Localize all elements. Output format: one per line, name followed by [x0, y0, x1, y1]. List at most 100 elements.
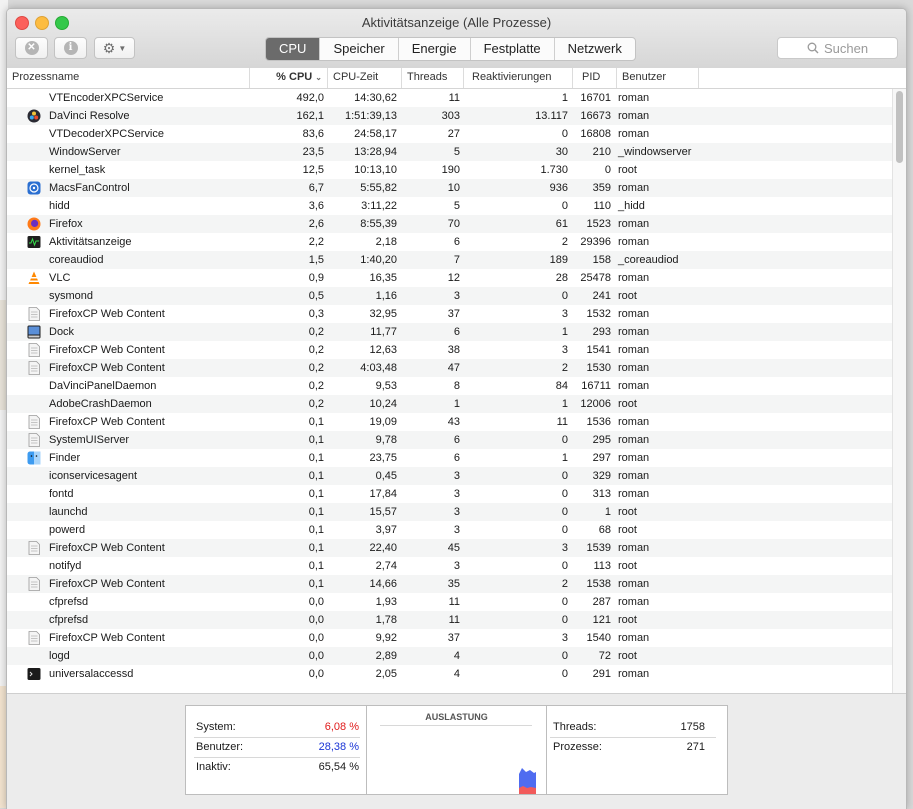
process-name-cell: MacsFanControl [49, 182, 130, 194]
table-row[interactable]: FirefoxCP Web Content 0,2 12,63 38 3 1541 roma… [7, 341, 892, 359]
table-row[interactable]: DaVinciPanelDaemon 0,2 9,53 8 84 16711 roman [7, 377, 892, 395]
table-row[interactable]: Firefox 2,6 8:55,39 70 61 1523 roman [7, 215, 892, 233]
table-row[interactable]: FirefoxCP Web Content 0,1 14,66 35 2 1538 roma… [7, 575, 892, 593]
column-header-threads[interactable]: Threads [402, 68, 464, 88]
cpu-percent-cell: 0,2 [308, 362, 324, 374]
cpu-percent-cell: 492,0 [296, 92, 324, 104]
process-name-cell: DaVinciPanelDaemon [49, 380, 157, 392]
user-cell: roman [618, 434, 650, 446]
table-row[interactable]: cfprefsd 0,0 1,78 11 0 121 root [7, 611, 892, 629]
tab-netzwerk[interactable]: Netzwerk [553, 38, 635, 60]
pid-cell: 1 [604, 506, 611, 518]
threads-cell: 47 [447, 362, 460, 374]
cpu-time-cell: 13:28,94 [354, 146, 397, 158]
pid-cell: 210 [592, 146, 611, 158]
table-row[interactable]: iconservicesagent 0,1 0,45 3 0 329 roman [7, 467, 892, 485]
process-name-cell: coreaudiod [49, 254, 104, 266]
table-row[interactable]: powerd 0,1 3,97 3 0 68 root [7, 521, 892, 539]
table-row[interactable]: kernel_task 12,5 10:13,10 190 1.730 0 root [7, 161, 892, 179]
user-cell: roman [618, 92, 650, 104]
process-name-cell: WindowServer [49, 146, 121, 158]
column-header-pid[interactable]: PID [573, 68, 617, 88]
process-name-cell: FirefoxCP Web Content [49, 416, 165, 428]
table-row[interactable]: Dock 0,2 11,77 6 1 293 roman [7, 323, 892, 341]
search-field[interactable]: Suchen [777, 37, 898, 59]
gear-icon: ⚙ [102, 39, 116, 56]
table-row[interactable]: launchd 0,1 15,57 3 0 1 root [7, 503, 892, 521]
app-icon-terminal [27, 668, 41, 680]
tab-energie[interactable]: Energie [397, 38, 470, 60]
user-cell: roman [618, 344, 650, 356]
table-row[interactable]: Finder 0,1 23,75 6 1 297 roman [7, 449, 892, 467]
pid-cell: 68 [598, 524, 611, 536]
table-row[interactable]: FirefoxCP Web Content 0,0 9,92 37 3 1540 roman [7, 629, 892, 647]
table-row[interactable]: Aktivitätsanzeige 2,2 2,18 6 2 29396 roman [7, 233, 892, 251]
threads-cell: 6 [453, 434, 460, 446]
quit-process-button[interactable]: ✕ [15, 37, 48, 59]
activity-monitor-window: Aktivitätsanzeige (Alle Prozesse) ✕ i ⚙ … [6, 8, 907, 809]
table-row[interactable]: VLC 0,9 16,35 12 28 25478 roman [7, 269, 892, 287]
table-row[interactable]: DaVinci Resolve 162,1 1:51:39,13 303 13.117 1… [7, 107, 892, 125]
wakeups-cell: 0 [561, 506, 568, 518]
tab-festplatte[interactable]: Festplatte [469, 38, 554, 60]
column-header-name[interactable]: Prozessname [7, 68, 250, 88]
threads-cell: 3 [453, 524, 460, 536]
threads-cell: 8 [453, 380, 460, 392]
table-row[interactable]: FirefoxCP Web Content 0,1 22,40 45 3 1539 roma… [7, 539, 892, 557]
table-row[interactable]: fontd 0,1 17,84 3 0 313 roman [7, 485, 892, 503]
cpu-percent-cell: 0,2 [308, 398, 324, 410]
process-name-cell: iconservicesagent [49, 470, 138, 482]
process-name-cell: VTDecoderXPCService [49, 128, 164, 140]
table-row[interactable]: hidd 3,6 3:11,22 5 0 110 _hidd [7, 197, 892, 215]
column-header-cpu-time[interactable]: CPU-Zeit [328, 68, 402, 88]
actions-menu-button[interactable]: ⚙ ▼ [94, 37, 135, 59]
table-row[interactable]: WindowServer 23,5 13:28,94 5 30 210 _windowser… [7, 143, 892, 161]
processes-label: Prozesse: [553, 741, 602, 753]
app-icon-doc [28, 343, 40, 357]
column-header-cpu[interactable]: % CPU ⌄ [250, 68, 328, 88]
inspect-process-button[interactable]: i [54, 37, 87, 59]
tab-speicher[interactable]: Speicher [319, 38, 397, 60]
wakeups-cell: 2 [561, 578, 568, 590]
system-value: 6,08 % [324, 721, 359, 733]
table-row[interactable]: cfprefsd 0,0 1,93 11 0 287 roman [7, 593, 892, 611]
table-row[interactable]: FirefoxCP Web Content 0,1 19,09 43 11 1536 rom… [7, 413, 892, 431]
pid-cell: 29396 [580, 236, 611, 248]
user-cell: roman [618, 578, 650, 590]
table-row[interactable]: MacsFanControl 6,7 5:55,82 10 936 359 roman [7, 179, 892, 197]
table-row[interactable]: notifyd 0,1 2,74 3 0 113 root [7, 557, 892, 575]
wakeups-cell: 0 [561, 434, 568, 446]
tab-cpu[interactable]: CPU [266, 38, 320, 60]
wakeups-cell: 30 [555, 146, 568, 158]
table-row[interactable]: logd 0,0 2,89 4 0 72 root [7, 647, 892, 665]
table-row[interactable]: SystemUIServer 0,1 9,78 6 0 295 roman [7, 431, 892, 449]
table-row[interactable]: FirefoxCP Web Content 0,3 32,95 37 3 1532 roma… [7, 305, 892, 323]
processes-value: 271 [686, 741, 705, 753]
cpu-time-cell: 14:30,62 [354, 92, 397, 104]
threads-cell: 5 [453, 200, 460, 212]
table-row[interactable]: VTEncoderXPCService 492,0 14:30,62 11 1 16701… [7, 89, 892, 107]
user-cell: roman [618, 236, 650, 248]
scrollbar-thumb[interactable] [896, 91, 903, 163]
cpu-percent-cell: 3,6 [308, 200, 324, 212]
wakeups-cell: 189 [549, 254, 568, 266]
cpu-percent-cell: 0,0 [308, 596, 324, 608]
threads-cell: 6 [453, 452, 460, 464]
table-row[interactable]: coreaudiod 1,5 1:40,20 7 189 158 _coreaudiod [7, 251, 892, 269]
titlebar: Aktivitätsanzeige (Alle Prozesse) ✕ i ⚙ … [7, 9, 906, 69]
process-name-cell: Aktivitätsanzeige [49, 236, 132, 248]
table-row[interactable]: sysmond 0,5 1,16 3 0 241 root [7, 287, 892, 305]
column-header-wakeups[interactable]: Reaktivierungen [464, 68, 573, 88]
cpu-percent-cell: 2,6 [308, 218, 324, 230]
column-header-cpu-label: % CPU [276, 71, 313, 83]
table-row[interactable]: FirefoxCP Web Content 0,2 4:03,48 47 2 1530 ro… [7, 359, 892, 377]
app-icon-dock [27, 325, 41, 339]
user-cell: _hidd [618, 200, 645, 212]
table-row[interactable]: universalaccessd 0,0 2,05 4 0 291 roman [7, 665, 892, 683]
cpu-percent-cell: 6,7 [308, 182, 324, 194]
cpu-time-cell: 14,66 [369, 578, 397, 590]
table-row[interactable]: VTDecoderXPCService 83,6 24:58,17 27 0 16808 r… [7, 125, 892, 143]
vertical-scrollbar[interactable] [892, 89, 906, 693]
column-header-user[interactable]: Benutzer [617, 68, 699, 88]
table-row[interactable]: AdobeCrashDaemon 0,2 10,24 1 1 12006 root [7, 395, 892, 413]
